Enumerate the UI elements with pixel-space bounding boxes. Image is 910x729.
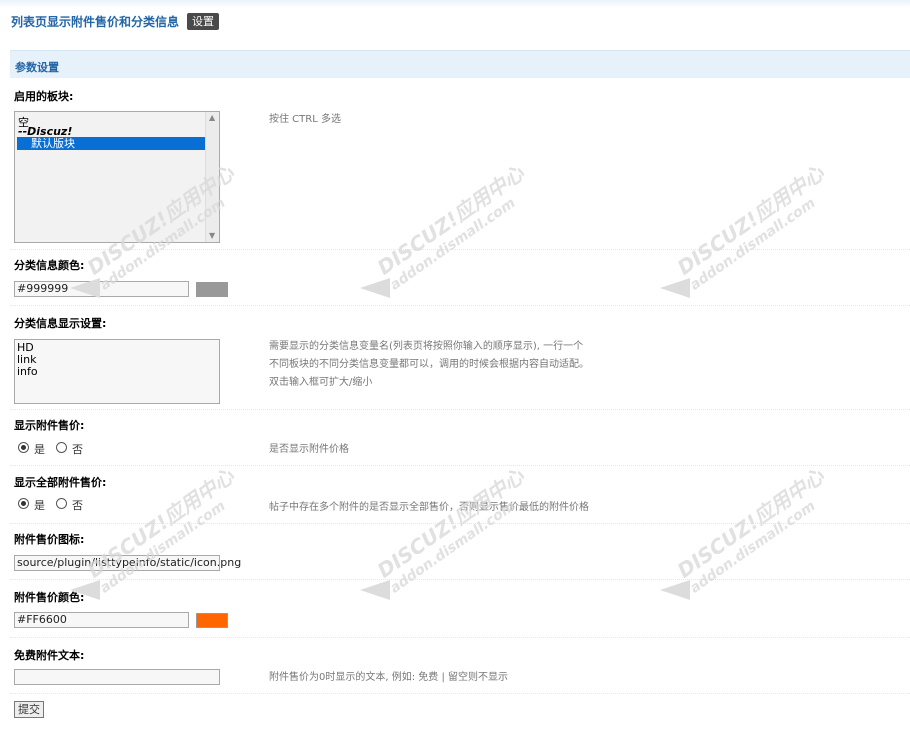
scroll-down-icon[interactable]: ▼ [209,231,215,240]
divider [10,579,910,580]
watermark: DISCUZ!应用中心 addon.dismall.com [671,411,910,626]
watermark-domain: addon.dismall.com [687,498,819,597]
show-price-no-label[interactable]: 否 [72,441,83,457]
watermark-arrow-icon [70,278,100,298]
textarea-line: info [17,365,38,378]
divider [10,249,910,250]
textarea-line: link [17,353,37,366]
show-price-yes-radio[interactable] [18,442,29,453]
watermark: DISCUZ!应用中心 addon.dismall.com [371,108,630,323]
price-color-input[interactable]: #FF6600 [14,612,189,628]
show-price-hint: 是否显示附件价格 [269,444,349,455]
watermark-brand: DISCUZ!应用中心 [372,160,529,280]
show-price-radio-group: 是 否 [18,441,98,457]
page-title: 列表页显示附件售价和分类信息 [11,15,180,29]
category-color-swatch[interactable] [196,282,228,297]
watermark-arrow-icon [660,580,690,600]
option-default-forum[interactable]: 默认版块 [17,137,205,150]
section-header: 参数设置 [10,50,910,78]
watermark-arrow-icon [70,580,100,600]
price-icon-label: 附件售价图标: [14,533,85,546]
watermark-domain: addon.dismall.com [387,195,519,294]
watermark: DISCUZ!应用中心 addon.dismall.com [671,108,910,323]
divider [10,693,910,694]
show-all-prices-label: 显示全部附件售价: [14,476,107,489]
divider [10,409,910,410]
show-all-prices-radio-group: 是 否 [18,497,98,513]
scroll-up-icon[interactable]: ▲ [209,113,215,122]
show-all-prices-yes-label[interactable]: 是 [34,497,45,513]
watermark-arrow-icon [360,278,390,298]
settings-button[interactable]: 设置 [187,13,219,30]
hint-line: 不同板块的不同分类信息变量都可以，调用的时候会根据内容自动适配。 [269,359,589,370]
divider [10,523,910,524]
category-color-input[interactable]: #999999 [14,281,189,297]
watermark-brand: DISCUZ!应用中心 [672,463,829,583]
hint-line: 需要显示的分类信息变量名(列表页将按照你输入的顺序显示), 一行一个 [269,341,584,352]
enabled-blocks-hint: 按住 CTRL 多选 [269,114,341,125]
category-display-hint: 需要显示的分类信息变量名(列表页将按照你输入的顺序显示), 一行一个 不同板块的… [269,338,589,392]
show-price-no-radio[interactable] [56,442,67,453]
category-color-label: 分类信息颜色: [14,259,85,272]
textarea-line: HD [17,341,34,354]
show-all-prices-hint: 帖子中存在多个附件的是否显示全部售价，否则显示售价最低的附件价格 [269,502,589,513]
watermark-arrow-icon [660,278,690,298]
hint-line: 双击输入框可扩大/缩小 [269,377,373,388]
divider [10,305,910,306]
category-display-textarea[interactable]: HD link info [14,339,220,404]
show-price-label: 显示附件售价: [14,419,85,432]
submit-button[interactable]: 提交 [14,701,44,718]
category-display-label: 分类信息显示设置: [14,317,107,330]
enabled-blocks-label: 启用的板块: [14,90,74,103]
free-text-input[interactable] [14,669,220,685]
show-all-prices-yes-radio[interactable] [18,498,29,509]
show-price-yes-label[interactable]: 是 [34,441,45,457]
enabled-blocks-select[interactable]: 空 --Discuz! 默认版块 ▲ ▼ [14,111,220,243]
watermark-brand: DISCUZ!应用中心 [672,160,829,280]
show-all-prices-no-label[interactable]: 否 [72,497,83,513]
watermark: DISCUZ!应用中心 addon.dismall.com [371,411,630,626]
show-all-prices-no-radio[interactable] [56,498,67,509]
select-scrollbar[interactable]: ▲ ▼ [205,112,219,242]
price-color-swatch[interactable] [196,613,228,628]
price-icon-input[interactable]: source/plugin/listtypeinfo/static/icon.p… [14,555,241,571]
divider [10,465,910,466]
free-text-label: 免费附件文本: [14,649,85,662]
free-text-hint: 附件售价为0时显示的文本, 例如: 免费 | 留空则不显示 [269,672,508,683]
divider [10,637,910,638]
watermark-domain: addon.dismall.com [687,195,819,294]
watermark-arrow-icon [360,580,390,600]
watermark-brand: DISCUZ!应用中心 [372,463,529,583]
section-title: 参数设置 [15,61,59,74]
